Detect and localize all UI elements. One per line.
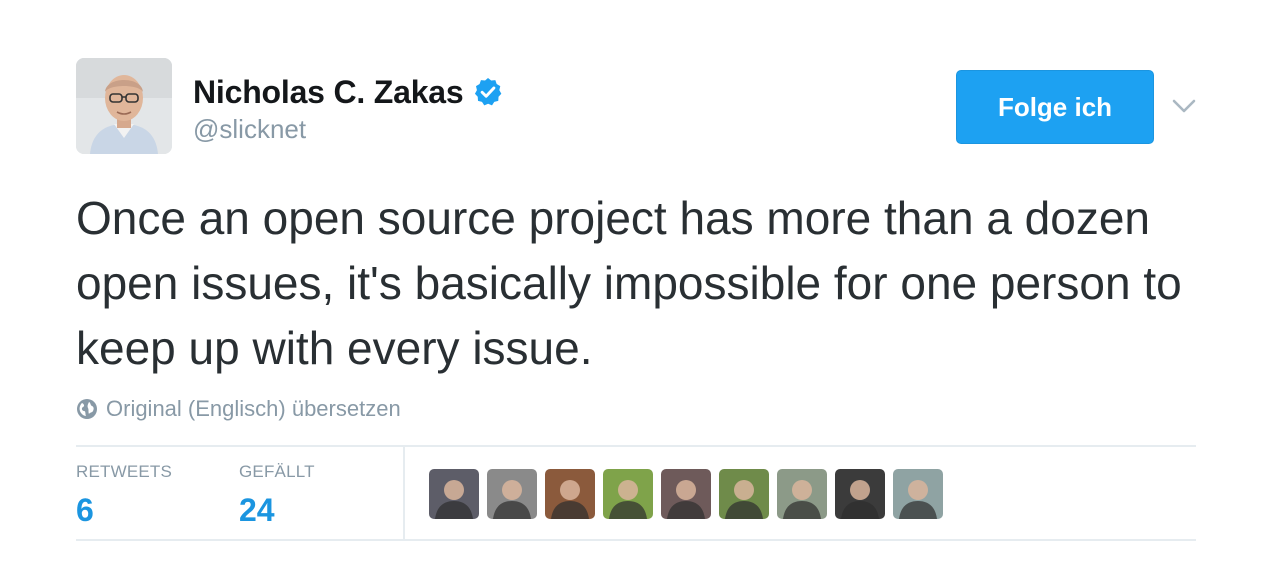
author-name[interactable]: Nicholas C. Zakas	[193, 74, 464, 111]
liker-avatar-8[interactable]	[835, 469, 885, 519]
author-handle[interactable]: @slicknet	[193, 114, 306, 145]
likes-count[interactable]: 24	[239, 492, 315, 529]
liker-photo-icon	[487, 469, 537, 519]
stats-top-divider	[76, 445, 1196, 447]
liker-photo-icon	[719, 469, 769, 519]
more-options-button[interactable]	[1170, 92, 1198, 120]
liker-avatar-1[interactable]	[429, 469, 479, 519]
retweets-stat[interactable]: RETWEETS 6	[76, 462, 172, 529]
liker-photo-icon	[661, 469, 711, 519]
likes-label: GEFÄLLT	[239, 462, 315, 481]
retweets-label: RETWEETS	[76, 462, 173, 481]
liker-avatar-7[interactable]	[777, 469, 827, 519]
liker-avatars	[429, 469, 951, 519]
chevron-down-icon	[1172, 99, 1196, 113]
retweets-count[interactable]: 6	[76, 492, 172, 529]
liker-photo-icon	[893, 469, 943, 519]
liker-avatar-2[interactable]	[487, 469, 537, 519]
liker-photo-icon	[777, 469, 827, 519]
liker-avatar-3[interactable]	[545, 469, 595, 519]
liker-photo-icon	[603, 469, 653, 519]
author-name-row[interactable]: Nicholas C. Zakas	[193, 72, 504, 112]
liker-photo-icon	[545, 469, 595, 519]
follow-button[interactable]: Folge ich	[956, 70, 1154, 144]
translate-link[interactable]: Original (Englisch) übersetzen	[76, 394, 401, 424]
author-photo-icon	[76, 58, 172, 154]
globe-icon	[77, 399, 97, 419]
liker-avatar-6[interactable]	[719, 469, 769, 519]
liker-avatar-9[interactable]	[893, 469, 943, 519]
verified-badge-icon	[472, 76, 504, 108]
translate-label[interactable]: Original (Englisch) übersetzen	[106, 396, 401, 422]
author-avatar[interactable]	[76, 58, 172, 154]
likes-stat[interactable]: GEFÄLLT 24	[239, 462, 315, 529]
liker-photo-icon	[835, 469, 885, 519]
liker-avatar-5[interactable]	[661, 469, 711, 519]
liker-avatar-4[interactable]	[603, 469, 653, 519]
liker-photo-icon	[429, 469, 479, 519]
stats-vertical-divider	[403, 447, 405, 539]
stats-bottom-divider	[76, 539, 1196, 541]
tweet-text: Once an open source project has more tha…	[76, 192, 1182, 374]
